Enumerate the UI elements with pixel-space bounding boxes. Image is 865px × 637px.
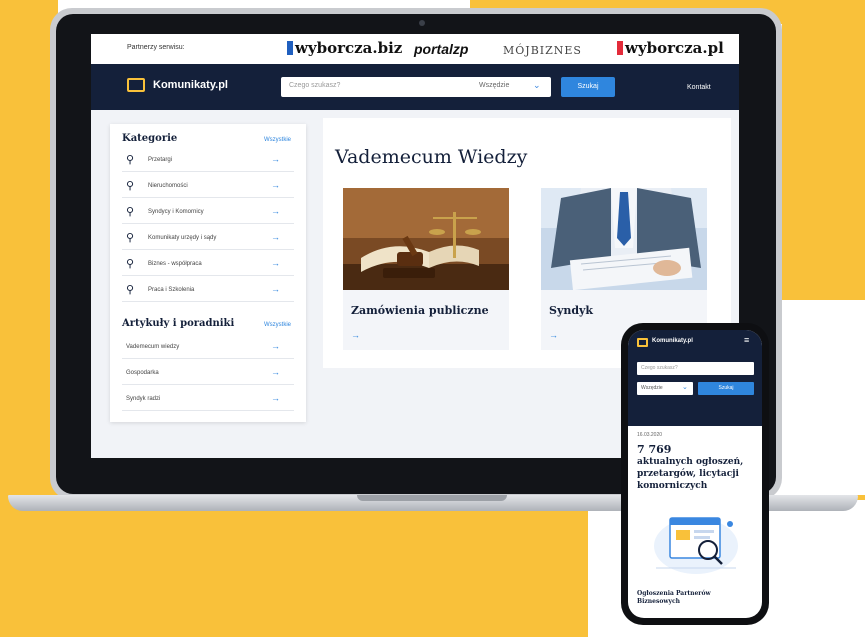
- card-title: Zamówienia publiczne: [351, 304, 489, 317]
- mobile-description: aktualnych ogłoszeń, przetargów, licytac…: [637, 457, 744, 491]
- wyborcza-biz-icon: [287, 41, 293, 55]
- arrow-right-icon: →: [271, 341, 280, 351]
- sidebar-item-nieruchomosci[interactable]: ⚲ Nieruchomości →: [122, 177, 294, 198]
- wyborcza-pl-icon: [617, 41, 623, 55]
- sidebar-item-label: Komunikaty urzędy i sądy: [148, 235, 217, 241]
- articles-heading: Artykuły i poradniki: [122, 318, 235, 329]
- partner-logo-wyborcza-pl[interactable]: wyborcza.pl: [617, 39, 724, 57]
- camera-icon: [419, 20, 425, 26]
- arrow-right-icon: →: [271, 232, 280, 242]
- brand-name[interactable]: Komunikaty.pl: [153, 79, 228, 91]
- categories-all-link[interactable]: Wszystkie: [264, 137, 291, 143]
- gavel-image: [343, 188, 509, 290]
- categories-heading: Kategorie: [122, 133, 178, 144]
- chevron-down-icon[interactable]: ⌄: [533, 80, 541, 91]
- page-title: Vademecum Wiedzy: [335, 146, 528, 168]
- mobile-footer-title: Ogłoszenia Partnerów Biznesowych: [637, 590, 711, 605]
- partner-logo-mojbiznes[interactable]: MÓJBIZNES: [503, 44, 582, 57]
- mobile-screen: Komunikaty.pl ≡ Czego szukasz? Wszędzie …: [628, 330, 762, 618]
- mobile-search-button[interactable]: Szukaj: [698, 382, 754, 395]
- sidebar-item-praca[interactable]: ⚲ Praca i Szkolenia →: [122, 281, 294, 302]
- sidebar-item-gospodarka[interactable]: Gospodarka →: [122, 364, 294, 385]
- decorative-white-shape: [778, 300, 865, 495]
- partners-bar: Partnerzy serwisu: wyborcza.biz portalzp…: [91, 34, 739, 64]
- mobile-date: 16.03.2020: [637, 432, 663, 438]
- decorative-yellow-shape-bottom: [0, 500, 588, 637]
- sidebar-item-biznes[interactable]: ⚲ Biznes - współpraca →: [122, 255, 294, 276]
- sidebar-item-syndycy[interactable]: ⚲ Syndycy i Komornicy →: [122, 203, 294, 224]
- sidebar-item-label: Syndycy i Komornicy: [148, 209, 204, 215]
- mobile-header: Komunikaty.pl ≡ Czego szukasz? Wszędzie …: [628, 330, 762, 426]
- gavel-icon: ⚲: [126, 258, 135, 270]
- search-scope-select[interactable]: Wszędzie: [479, 82, 509, 89]
- sidebar-item-syndyk-radzi[interactable]: Syndyk radzi →: [122, 390, 294, 411]
- hamburger-menu-icon[interactable]: ≡: [744, 335, 749, 345]
- gavel-icon: ⚲: [126, 180, 135, 192]
- gavel-icon: ⚲: [126, 154, 135, 166]
- arrow-right-icon[interactable]: →: [351, 330, 360, 340]
- arrow-right-icon: →: [271, 284, 280, 294]
- search-button[interactable]: Szukaj: [561, 77, 615, 97]
- mobile-brand-name[interactable]: Komunikaty.pl: [652, 338, 693, 344]
- gavel-icon: ⚲: [126, 206, 135, 218]
- arrow-right-icon: →: [271, 154, 280, 164]
- contact-link[interactable]: Kontakt: [687, 84, 711, 91]
- partner-logo-portalzp[interactable]: portalzp: [414, 41, 468, 57]
- mobile-count: 7 769: [637, 443, 672, 456]
- article-card-zamowienia[interactable]: Zamówienia publiczne →: [343, 188, 509, 350]
- arrow-right-icon[interactable]: →: [549, 330, 558, 340]
- sidebar-item-label: Nieruchomości: [148, 183, 188, 189]
- arrow-right-icon: →: [271, 367, 280, 377]
- sidebar-item-przetargi[interactable]: ⚲ Przetargi →: [122, 151, 294, 172]
- mobile-scope-value: Wszędzie: [641, 385, 663, 391]
- arrow-right-icon: →: [271, 393, 280, 403]
- arrow-right-icon: →: [271, 206, 280, 216]
- site-header: Komunikaty.pl Czego szukasz? Wszędzie ⌄ …: [91, 64, 739, 110]
- partners-label: Partnerzy serwisu:: [127, 44, 185, 51]
- sidebar-item-vademecum[interactable]: Vademecum wiedzy →: [122, 338, 294, 359]
- search-input[interactable]: Czego szukasz? Wszędzie ⌄: [281, 77, 551, 97]
- sidebar-item-label: Vademecum wiedzy: [126, 344, 180, 350]
- sidebar-item-komunikaty[interactable]: ⚲ Komunikaty urzędy i sądy →: [122, 229, 294, 250]
- mobile-device: Komunikaty.pl ≡ Czego szukasz? Wszędzie …: [621, 323, 769, 625]
- gavel-icon: ⚲: [126, 232, 135, 244]
- speech-bubble-logo-icon[interactable]: [127, 78, 145, 92]
- card-title: Syndyk: [549, 304, 594, 317]
- partner-logo-wyborcza-biz[interactable]: wyborcza.biz: [287, 39, 402, 57]
- sidebar-item-label: Gospodarka: [126, 370, 159, 376]
- mobile-scope-select[interactable]: Wszędzie ⌄: [637, 382, 693, 395]
- mobile-search-placeholder: Czego szukasz?: [641, 365, 678, 371]
- sidebar-item-label: Przetargi: [148, 157, 173, 163]
- speech-bubble-logo-icon[interactable]: [637, 338, 648, 347]
- sidebar: Kategorie Wszystkie ⚲ Przetargi → ⚲ Nier…: [110, 124, 306, 422]
- arrow-right-icon: →: [271, 180, 280, 190]
- arrow-right-icon: →: [271, 258, 280, 268]
- mobile-search-input[interactable]: Czego szukasz?: [637, 362, 754, 375]
- sidebar-item-label: Syndyk radzi: [126, 396, 161, 402]
- businessman-image: [541, 188, 707, 290]
- chevron-down-icon: ⌄: [682, 384, 688, 391]
- sidebar-item-label: Praca i Szkolenia: [148, 287, 195, 293]
- laptop-notch: [357, 495, 507, 501]
- search-illustration: [654, 517, 738, 574]
- gavel-icon: ⚲: [126, 284, 135, 296]
- search-placeholder: Czego szukasz?: [289, 82, 341, 89]
- businessman-photo: [541, 188, 707, 290]
- sidebar-item-label: Biznes - współpraca: [148, 261, 202, 267]
- articles-all-link[interactable]: Wszystkie: [264, 322, 291, 328]
- gavel-photo: [343, 188, 509, 290]
